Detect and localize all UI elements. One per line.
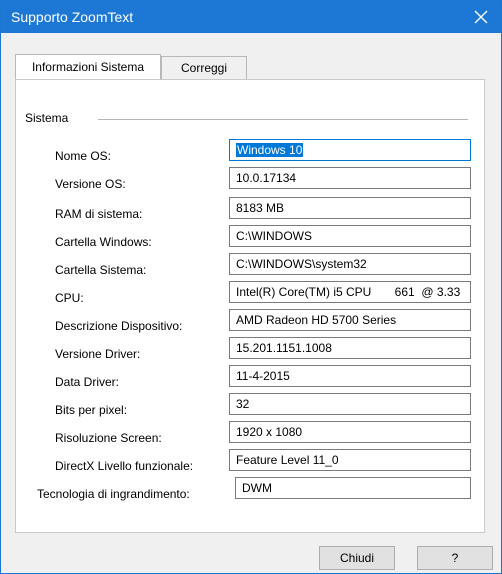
group-label-sistema: Sistema [25,111,77,125]
label-versione-driver: Versione Driver: [55,347,141,361]
tab-correggi[interactable]: Correggi [161,56,247,79]
group-divider [98,119,468,120]
window-title: Supporto ZoomText [11,9,134,25]
tab-informazioni-sistema[interactable]: Informazioni Sistema [15,54,161,79]
field-cpu[interactable]: Intel(R) Core(TM) i5 CPU 661 @ 3.33 [229,281,471,303]
field-risoluzione-screen[interactable]: 1920 x 1080 [229,421,471,443]
dialog-window: Supporto ZoomText Informazioni Sistema C… [0,0,502,574]
chiudi-button[interactable]: Chiudi [319,546,395,570]
field-tecnologia-ingrandimento[interactable]: DWM [235,477,471,499]
field-versione-os[interactable]: 10.0.17134 [229,167,471,189]
field-bits-per-pixel[interactable]: 32 [229,393,471,415]
label-cartella-windows: Cartella Windows: [55,235,152,249]
label-cpu: CPU: [55,291,84,305]
label-ram-sistema: RAM di sistema: [55,207,143,221]
field-data-driver[interactable]: 11-4-2015 [229,365,471,387]
label-tecnologia-ingrandimento: Tecnologia di ingrandimento: [37,487,190,501]
field-nome-os[interactable]: Windows 10 [229,139,471,161]
field-cartella-sistema[interactable]: C:\WINDOWS\system32 [229,253,471,275]
close-window-button[interactable] [461,1,501,33]
label-nome-os: Nome OS: [55,149,112,163]
field-directx-livello[interactable]: Feature Level 11_0 [229,449,471,471]
label-versione-os: Versione OS: [55,177,126,191]
label-directx-livello: DirectX Livello funzionale: [55,459,194,473]
label-risoluzione-screen: Risoluzione Screen: [55,431,162,445]
label-cartella-sistema: Cartella Sistema: [55,263,147,277]
help-button[interactable]: ? [417,546,493,570]
field-nome-os-value: Windows 10 [236,143,304,157]
field-ram-sistema[interactable]: 8183 MB [229,197,471,219]
field-versione-driver[interactable]: 15.201.1151.1008 [229,337,471,359]
title-bar[interactable]: Supporto ZoomText [1,1,501,33]
label-data-driver: Data Driver: [55,375,120,389]
field-cartella-windows[interactable]: C:\WINDOWS [229,225,471,247]
close-icon [474,10,488,24]
label-descrizione-dispositivo: Descrizione Dispositivo: [55,319,183,333]
field-descrizione-dispositivo[interactable]: AMD Radeon HD 5700 Series [229,309,471,331]
label-bits-per-pixel: Bits per pixel: [55,403,128,417]
